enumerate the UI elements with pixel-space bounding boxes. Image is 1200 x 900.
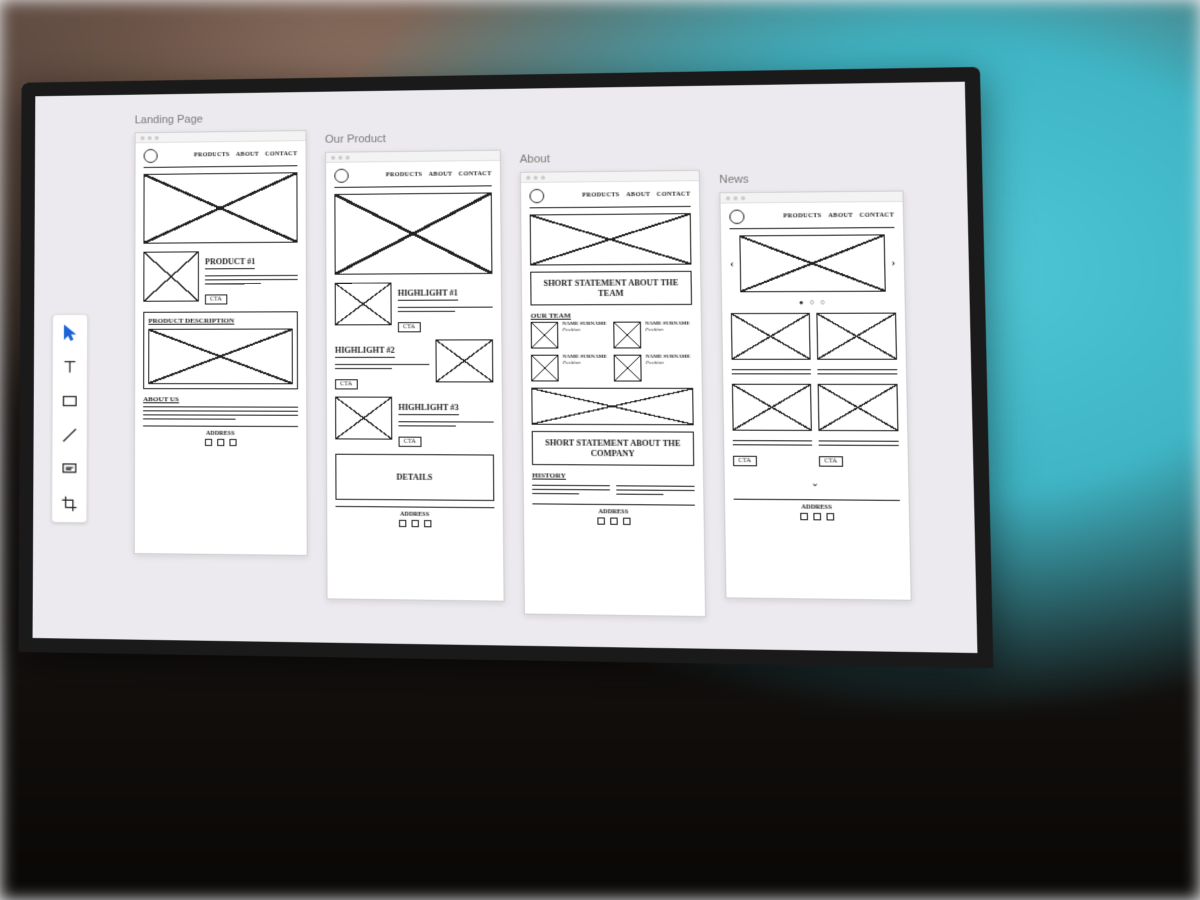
chevron-down-icon: ›: [810, 483, 822, 487]
nav-bar: PRODUCTS ABOUT CONTACT: [529, 187, 690, 208]
nav-link: CONTACT: [860, 212, 895, 219]
image-placeholder: [335, 397, 392, 440]
description-heading: PRODUCT DESCRIPTION: [148, 316, 292, 324]
image-placeholder: [435, 339, 493, 382]
avatar-placeholder: [531, 322, 559, 349]
carousel-prev-icon: ‹: [730, 258, 734, 269]
nav-link: CONTACT: [265, 151, 297, 157]
cta-button: CTA: [733, 456, 756, 467]
artboard-about[interactable]: PRODUCTS ABOUT CONTACT SHORT STATEMENT A…: [520, 170, 706, 617]
nav-bar: PRODUCTS ABOUT CONTACT: [729, 208, 894, 229]
social-icon: [229, 439, 236, 446]
image-placeholder: [143, 251, 199, 301]
hero-image-placeholder: [143, 172, 297, 243]
logo-icon: [334, 169, 348, 183]
nav-link: PRODUCTS: [582, 192, 620, 198]
social-icon: [424, 520, 431, 527]
cta-button: CTA: [205, 294, 227, 304]
image-placeholder: [148, 329, 293, 385]
nav-link: PRODUCTS: [783, 213, 821, 220]
avatar-placeholder: [613, 322, 641, 349]
image-placeholder: [731, 313, 811, 360]
social-icon: [217, 439, 224, 446]
tool-palette: [51, 314, 88, 523]
social-icon: [800, 513, 808, 520]
carousel-dots: ● ○ ○: [731, 298, 896, 307]
carousel-next-icon: ›: [891, 257, 895, 268]
details-heading: DETAILS: [396, 472, 432, 482]
nav-link: ABOUT: [828, 213, 853, 219]
highlight-heading: HIGHLIGHT #3: [398, 403, 458, 415]
social-icon: [610, 518, 618, 525]
nav-link: PRODUCTS: [194, 152, 230, 158]
pointer-tool[interactable]: [58, 321, 82, 345]
member-name: NAME SURNAME: [563, 355, 610, 361]
image-placeholder: [732, 384, 812, 431]
footer: ADDRESS: [532, 504, 695, 526]
member-role: Position: [563, 361, 610, 367]
crop-tool[interactable]: [57, 492, 81, 516]
member-name: NAME SURNAME: [562, 322, 609, 328]
avatar-placeholder: [614, 355, 642, 382]
artboard-news[interactable]: PRODUCTS ABOUT CONTACT ‹ › ● ○ ○: [719, 190, 911, 600]
cta-button: CTA: [399, 437, 422, 447]
artboard-title[interactable]: Our Product: [325, 131, 501, 145]
highlight-heading: HIGHLIGHT #1: [398, 288, 458, 300]
logo-icon: [729, 210, 744, 225]
cta-button: CTA: [335, 379, 357, 389]
nav-link: ABOUT: [429, 172, 453, 178]
artboard-title[interactable]: News: [719, 172, 903, 186]
member-name: NAME SURNAME: [646, 355, 693, 361]
nav-link: PRODUCTS: [386, 172, 423, 178]
logo-icon: [529, 189, 544, 203]
hero-image-placeholder: [530, 213, 692, 265]
line-tool[interactable]: [58, 423, 82, 447]
social-icon: [204, 439, 211, 446]
nav-link: CONTACT: [459, 171, 492, 177]
artboard-product[interactable]: PRODUCTS ABOUT CONTACT HIGHLIGHT #1 CTA: [325, 150, 505, 602]
avatar-placeholder: [531, 355, 559, 382]
team-statement: SHORT STATEMENT ABOUT THE TEAM: [538, 278, 685, 298]
social-icon: [826, 513, 834, 520]
footer: ADDRESS: [734, 499, 901, 521]
artboard-title[interactable]: Landing Page: [135, 112, 307, 126]
carousel-image-placeholder: [740, 234, 886, 292]
rectangle-tool[interactable]: [58, 389, 82, 413]
member-role: Position: [562, 328, 609, 334]
highlight-heading: HIGHLIGHT #2: [335, 346, 395, 358]
member-name: NAME SURNAME: [645, 322, 692, 328]
member-role: Position: [646, 361, 693, 367]
social-icon: [813, 513, 821, 520]
cta-button: CTA: [819, 456, 843, 467]
company-statement: SHORT STATEMENT ABOUT THE COMPANY: [539, 438, 686, 459]
image-placeholder: [818, 384, 899, 431]
social-icon: [597, 518, 605, 525]
image-placeholder: [531, 388, 693, 426]
social-icon: [411, 520, 418, 527]
artboard-title[interactable]: About: [520, 151, 700, 165]
about-heading: ABOUT US: [143, 395, 298, 403]
nav-link: CONTACT: [657, 192, 691, 198]
product-heading: PRODUCT #1: [205, 257, 255, 269]
social-icon: [398, 520, 405, 527]
logo-icon: [144, 149, 158, 163]
history-heading: HISTORY: [532, 472, 694, 481]
comment-tool[interactable]: [57, 457, 81, 481]
image-placeholder: [335, 283, 392, 326]
nav-link: ABOUT: [236, 152, 259, 158]
team-heading: OUR TEAM: [531, 311, 693, 320]
artboard-landing[interactable]: PRODUCTS ABOUT CONTACT PRODUCT #1 CTA PR: [134, 130, 308, 556]
cta-button: CTA: [398, 322, 420, 332]
hero-image-placeholder: [334, 192, 492, 274]
laptop-screen: ›› 141% Landing Page PRODUCTS ABOUT CONT…: [18, 67, 993, 668]
member-role: Position: [645, 327, 692, 333]
text-tool[interactable]: [58, 355, 82, 379]
nav-link: ABOUT: [626, 192, 650, 198]
image-placeholder: [816, 313, 897, 360]
nav-bar: PRODUCTS ABOUT CONTACT: [144, 147, 298, 168]
nav-bar: PRODUCTS ABOUT CONTACT: [334, 167, 491, 188]
social-icon: [622, 518, 630, 525]
footer: ADDRESS: [335, 506, 494, 528]
footer: ADDRESS: [143, 425, 298, 446]
